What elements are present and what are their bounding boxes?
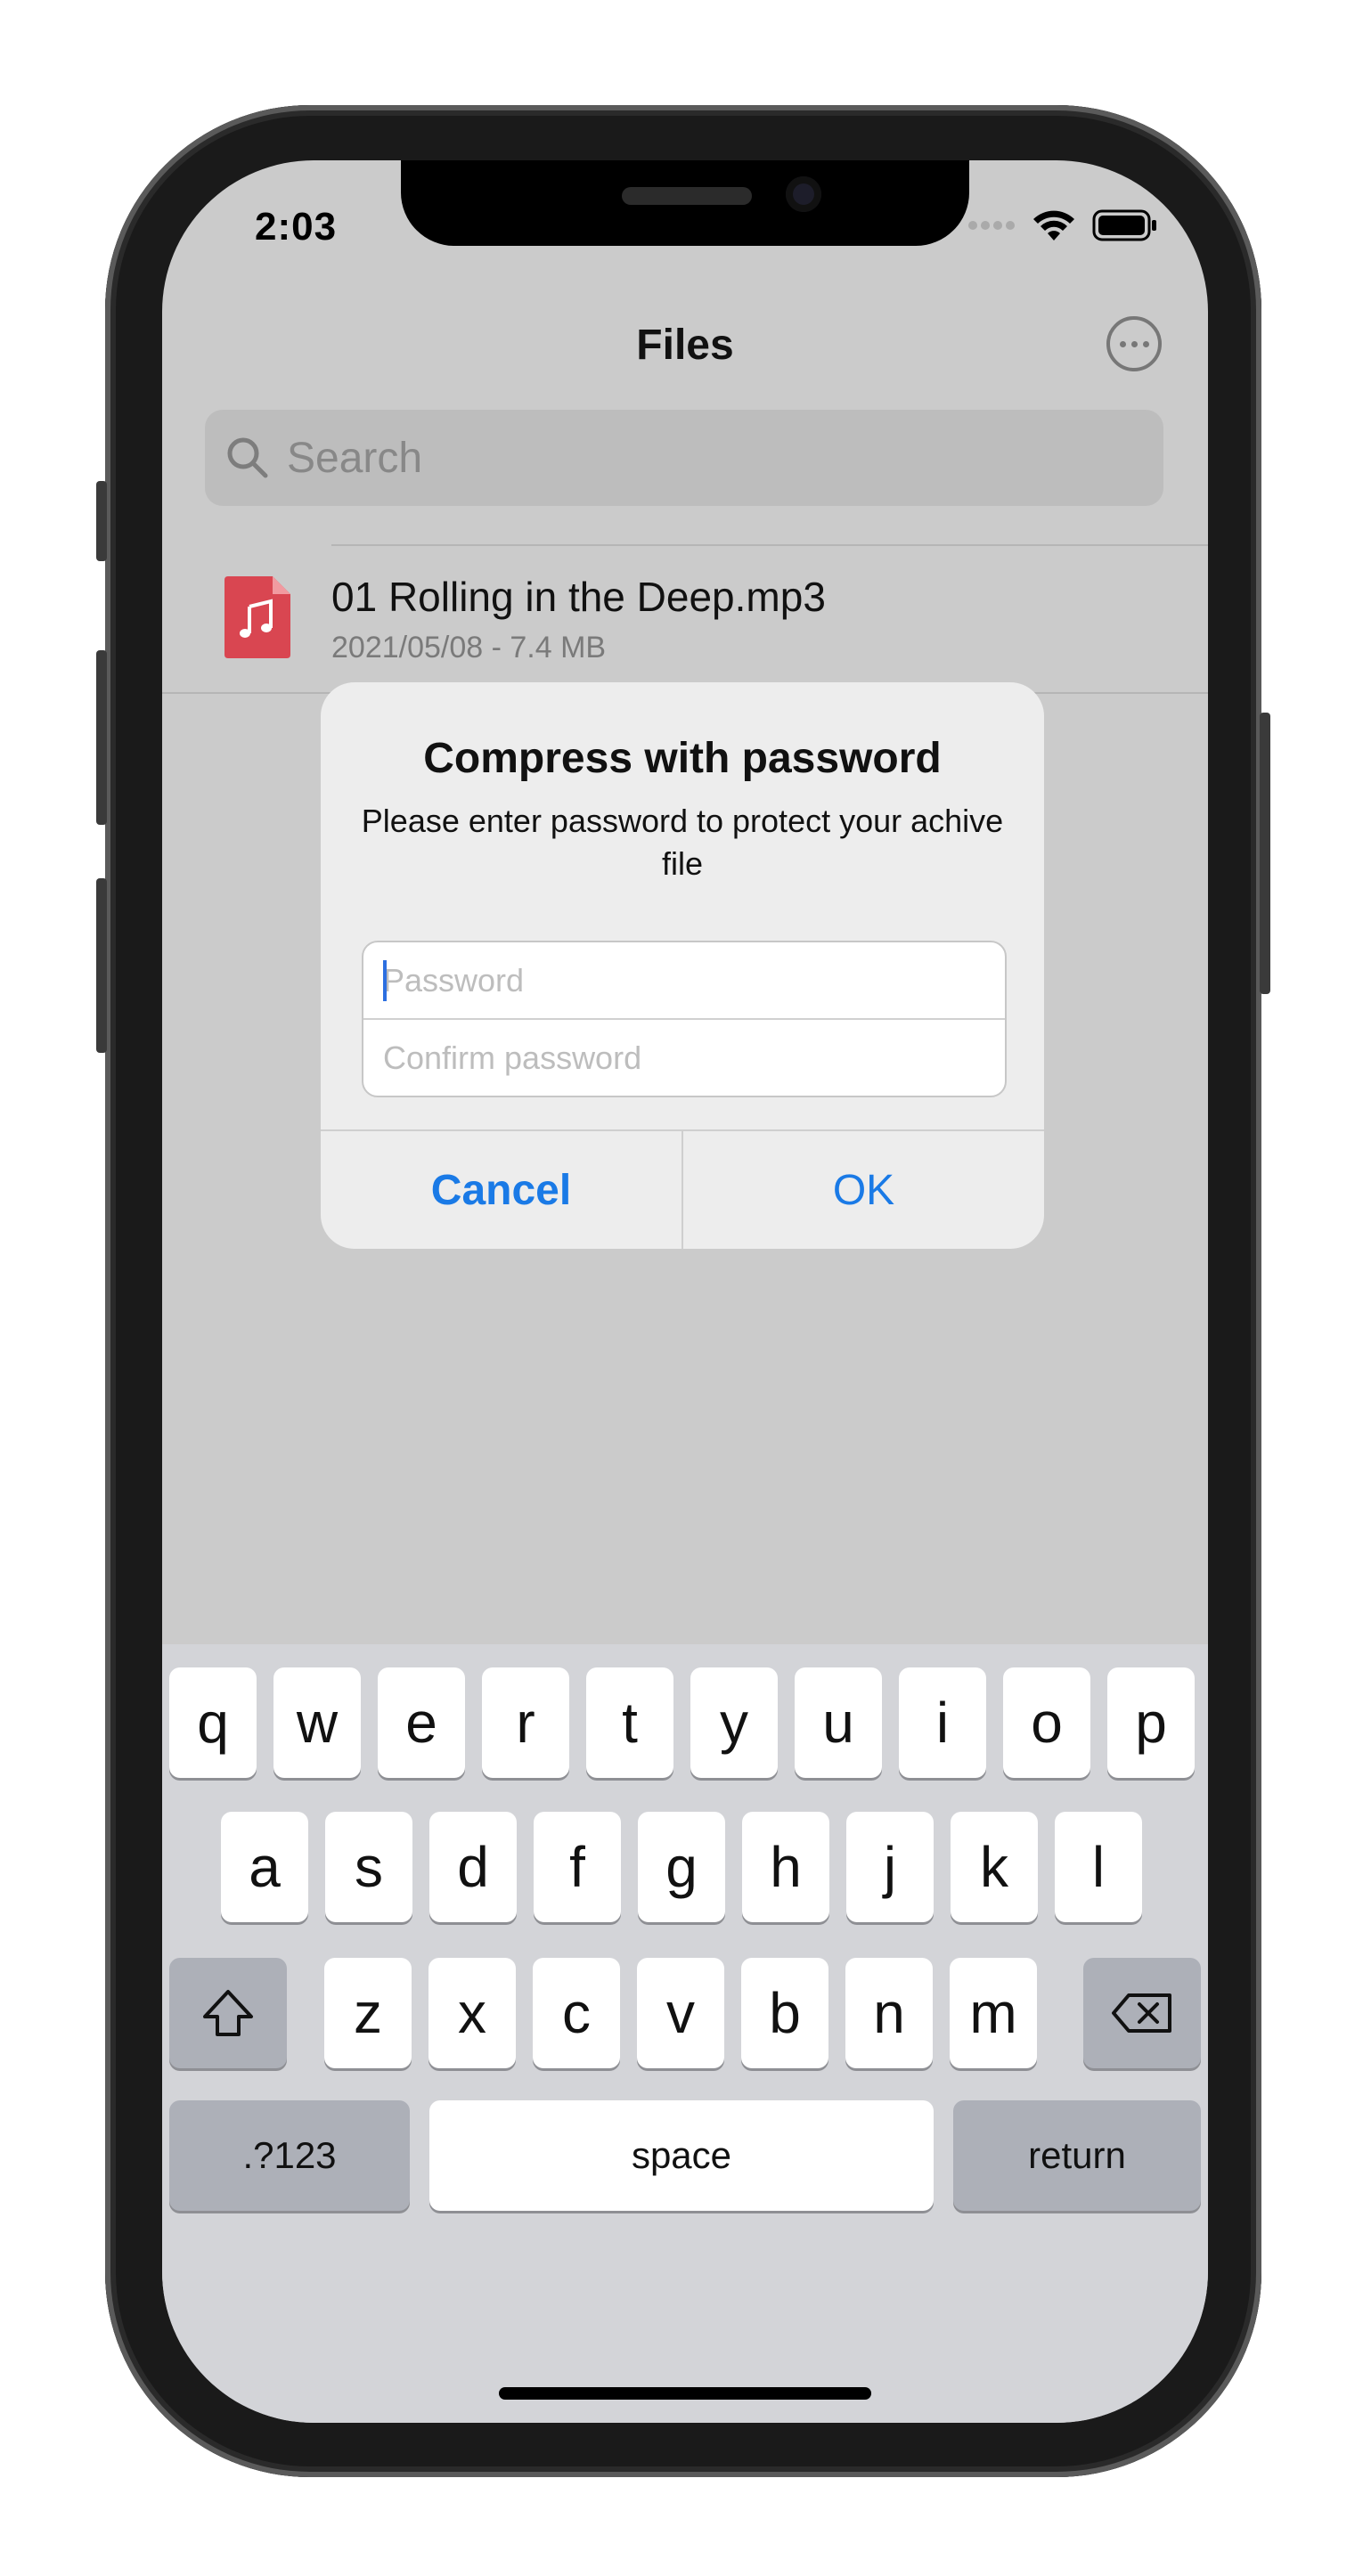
key-q[interactable]: q [169,1667,257,1778]
volume-up-button [96,650,107,825]
key-c[interactable]: c [533,1958,620,2068]
key-x[interactable]: x [428,1958,516,2068]
key-g[interactable]: g [638,1812,725,1922]
status-icons [967,208,1158,242]
key-f[interactable]: f [534,1812,621,1922]
return-key[interactable]: return [953,2100,1201,2211]
dialog-buttons: Cancel OK [321,1129,1044,1249]
key-w[interactable]: w [273,1667,361,1778]
wifi-icon [1033,210,1074,240]
key-u[interactable]: u [795,1667,882,1778]
password-fields [362,941,1007,1097]
file-meta: 2021/05/08 - 7.4 MB [331,631,607,664]
cellular-signal-icon [968,221,1015,230]
power-button [1260,713,1270,994]
notch [401,160,969,246]
dialog-title: Compress with password [423,735,942,782]
key-v[interactable]: v [637,1958,724,2068]
key-z[interactable]: z [324,1958,412,2068]
mute-switch [96,481,107,561]
ellipsis-circle-icon[interactable] [1106,316,1162,371]
key-e[interactable]: e [378,1667,465,1778]
key-p[interactable]: p [1107,1667,1195,1778]
key-y[interactable]: y [690,1667,778,1778]
confirm-password-field[interactable] [363,1020,1005,1096]
music-file-icon [224,576,290,658]
dialog-message: Please enter password to protect your ac… [361,803,1004,882]
key-t[interactable]: t [586,1667,673,1778]
key-r[interactable]: r [482,1667,569,1778]
delete-icon [1112,1993,1171,2033]
volume-down-button [96,878,107,1053]
key-l[interactable]: l [1055,1812,1142,1922]
home-indicator [499,2387,871,2400]
password-dialog: Compress with password Please enter pass… [321,682,1044,1249]
shift-icon [203,1990,253,2036]
camera-icon [786,176,821,212]
shift-key[interactable] [169,1958,287,2068]
key-k[interactable]: k [951,1812,1038,1922]
key-a[interactable]: a [221,1812,308,1922]
numbers-key[interactable]: .?123 [169,2100,410,2211]
search-icon [227,437,268,478]
password-field[interactable] [363,942,1005,1018]
key-j[interactable]: j [846,1812,934,1922]
key-d[interactable]: d [429,1812,517,1922]
text-cursor [383,960,387,1001]
key-s[interactable]: s [325,1812,412,1922]
key-n[interactable]: n [845,1958,933,2068]
page-title: Files [636,322,734,369]
key-m[interactable]: m [950,1958,1037,2068]
battery-icon [1092,209,1156,241]
speaker-grille [622,187,752,205]
cancel-button[interactable]: Cancel [321,1131,683,1249]
key-b[interactable]: b [741,1958,828,2068]
key-h[interactable]: h [742,1812,829,1922]
status-time: 2:03 [255,205,338,249]
space-key[interactable]: space [429,2100,934,2211]
search-input[interactable] [285,432,1090,484]
ok-button[interactable]: OK [683,1131,1044,1249]
key-o[interactable]: o [1003,1667,1090,1778]
search-bar[interactable] [205,410,1163,506]
key-i[interactable]: i [899,1667,986,1778]
file-name: 01 Rolling in the Deep.mp3 [331,574,826,620]
list-item[interactable]: 01 Rolling in the Deep.mp3 2021/05/08 - … [162,546,1208,692]
delete-key[interactable] [1083,1958,1201,2068]
keyboard: .?123 space return qwertyuiop asdfghjkl zx… [162,1644,1208,2423]
phone-screen: 2:03 Files Search 01 Rolling in the Deep… [162,160,1208,2423]
